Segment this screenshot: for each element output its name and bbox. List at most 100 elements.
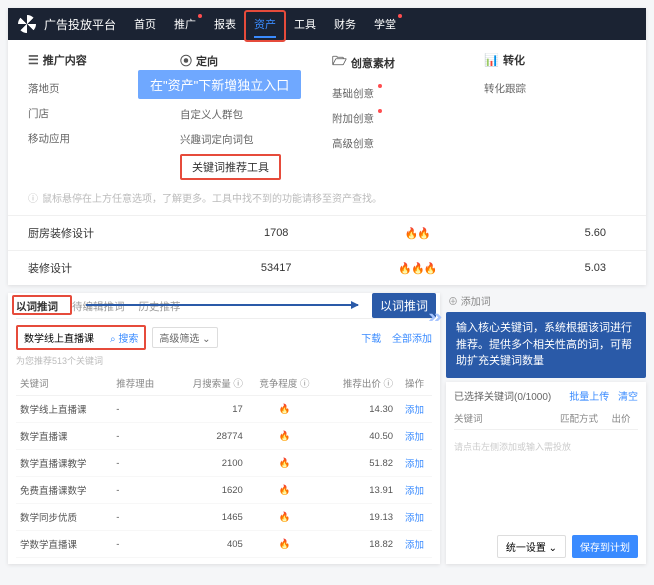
th-bid: 推荐出价 ⓘ (322, 371, 397, 396)
nav-home[interactable]: 首页 (134, 16, 156, 32)
vol-cell: 17 (172, 396, 247, 423)
download-links: 下载 全部添加 (353, 330, 432, 345)
batch-upload-link[interactable]: 批量上传 (569, 392, 609, 403)
vol-cell: 405 (172, 531, 247, 558)
clear-link[interactable]: 清空 (618, 392, 638, 403)
kw-cell: 学数学直播课 (16, 531, 112, 558)
folder-icon: 🗁 (332, 52, 347, 73)
selected-header: 已选择关键词(0/1000) 批量上传 清空 (454, 388, 638, 403)
bid-cell: 51.82 (322, 450, 397, 477)
link-adv-creative[interactable]: 高级创意 (332, 131, 474, 156)
link-addon-creative[interactable]: 附加创意 (332, 106, 474, 131)
flame-icon: 🔥 (278, 431, 290, 442)
th-action: 操作 (397, 371, 432, 396)
flame-icon: 🔥 (278, 458, 290, 469)
result-table: 厨房装修设计 1708 🔥🔥 5.60 装修设计 53417 🔥🔥🔥 5.03 (8, 215, 646, 285)
add-button[interactable]: 添加 (405, 486, 424, 497)
selcol-kw: 关键词 (454, 411, 554, 425)
kw-count: 53417 (209, 251, 343, 286)
link-conversion-track[interactable]: 转化跟踪 (484, 76, 626, 101)
kw-row: 数学线上直播课-17🔥14.30添加 (16, 396, 432, 423)
kw-count: 1708 (209, 216, 343, 251)
bid-cell: 18.82 (322, 531, 397, 558)
nav-asset[interactable]: 资产 (254, 16, 276, 32)
nav-promote[interactable]: 推广 (174, 16, 196, 32)
kw-name: 厨房装修设计 (8, 216, 209, 251)
nav-asset-label: 资产 (254, 19, 276, 31)
flame-icon: 🔥 (278, 485, 290, 496)
link-store[interactable]: 门店 (28, 101, 170, 126)
chart-icon: 📊 (484, 53, 499, 67)
bid-cell: 13.91 (322, 477, 397, 504)
selected-panel: 已选择关键词(0/1000) 批量上传 清空 关键词 匹配方式 出价 请点击左侧… (446, 382, 646, 565)
kw-header-row: 关键词 推荐理由 月搜索量 ⓘ 竞争程度 ⓘ 推荐出价 ⓘ 操作 (16, 371, 432, 396)
keyword-table: 关键词 推荐理由 月搜索量 ⓘ 竞争程度 ⓘ 推荐出价 ⓘ 操作 数学线上直播课… (16, 371, 432, 558)
search-input[interactable] (24, 332, 104, 343)
reason-cell: - (112, 423, 171, 450)
add-button[interactable]: 添加 (405, 459, 424, 470)
flame-icon: 🔥 (278, 512, 290, 523)
reason-cell: - (112, 477, 171, 504)
top-screenshot: 广告投放平台 首页 推广 报表 资产 工具 财务 学堂 ☰推广内容 落地页 门店… (8, 8, 646, 285)
logo-icon (18, 15, 36, 33)
arrow-annotation: 以词推词 (86, 293, 436, 317)
right-panel: 添加词 » 输入核心关键词，系统根据该词进行推荐。提供多个相关性高的词，可帮助扩… (446, 293, 646, 564)
selcol-bid: 出价 (604, 411, 638, 425)
add-all-link[interactable]: 全部添加 (392, 334, 432, 345)
reason-cell: - (112, 531, 171, 558)
kw-row: 数学直播课-28774🔥40.50添加 (16, 423, 432, 450)
bottom-screenshot: 以词推词 待编辑推词 历史推荐 以词推词 搜索 高级筛选 ⌄ 下载 全部添加 为… (8, 293, 646, 564)
arrow-label: 以词推词 (372, 293, 436, 318)
reason-cell: - (112, 450, 171, 477)
link-custom-audience[interactable]: 自定义人群包 (180, 102, 322, 127)
bid-cell: 19.13 (322, 504, 397, 531)
link-keyword-tool[interactable]: 关键词推荐工具 (180, 154, 281, 180)
arrow-line-icon (86, 304, 358, 306)
target-icon: ⦿ (180, 52, 192, 69)
kw-cell: 数学直播课教学 (16, 450, 112, 477)
navbar: 广告投放平台 首页 推广 报表 资产 工具 财务 学堂 (8, 8, 646, 40)
kw-name: 装修设计 (8, 251, 209, 286)
vol-cell: 1465 (172, 504, 247, 531)
fire-cell: 🔥 (247, 477, 322, 504)
filter-button[interactable]: 高级筛选 ⌄ (152, 327, 217, 348)
th-compete: 竞争程度 ⓘ (247, 371, 322, 396)
flame-icon: 🔥 (278, 539, 290, 550)
nav-report[interactable]: 报表 (214, 16, 236, 32)
add-button[interactable]: 添加 (405, 513, 424, 524)
kw-row: 免费直播课数学-1620🔥13.91添加 (16, 477, 432, 504)
kw-cell: 免费直播课数学 (16, 477, 112, 504)
save-button[interactable]: 保存到计划 (572, 535, 638, 558)
nav-tool[interactable]: 工具 (294, 16, 316, 32)
add-keyword-header: 添加词 (446, 293, 646, 312)
reason-cell: - (112, 504, 171, 531)
bid-cell: 14.30 (322, 396, 397, 423)
fire-cell: 🔥 (247, 504, 322, 531)
mega-head-content: ☰推广内容 (28, 52, 170, 68)
nav-items: 首页 推广 报表 资产 工具 财务 学堂 (134, 16, 396, 32)
search-button[interactable]: 搜索 (110, 330, 138, 345)
add-button[interactable]: 添加 (405, 405, 424, 416)
mega-menu: ☰推广内容 落地页 门店 移动应用 ⦿定向 自定义人群包 自定义人群包 兴趣词定… (8, 40, 646, 186)
link-interest-pack[interactable]: 兴趣词定向词包 (180, 127, 322, 152)
download-link[interactable]: 下载 (361, 334, 381, 345)
link-basic-creative[interactable]: 基础创意 (332, 81, 474, 106)
result-count: 为您推荐513个关键词 (16, 354, 432, 367)
mega-hint: ⓘ鼠标悬停在上方任意选项，了解更多。工具中找不到的功能请移至资产查找。 (8, 186, 646, 215)
add-button[interactable]: 添加 (405, 540, 424, 551)
add-button[interactable]: 添加 (405, 432, 424, 443)
vol-cell: 2100 (172, 450, 247, 477)
nav-finance[interactable]: 财务 (334, 16, 356, 32)
nav-academy[interactable]: 学堂 (374, 16, 396, 32)
kw-score: 5.60 (491, 216, 646, 251)
selected-footer: 统一设置 ⌄ 保存到计划 (454, 529, 638, 558)
mega-col-conversion: 📊转化 转化跟踪 (484, 52, 626, 180)
unify-button[interactable]: 统一设置 ⌄ (497, 535, 566, 558)
link-app[interactable]: 移动应用 (28, 126, 170, 151)
fire-cell: 🔥 (247, 531, 322, 558)
table-row: 装修设计 53417 🔥🔥🔥 5.03 (8, 251, 646, 286)
kw-score: 5.03 (491, 251, 646, 286)
highlight-box-icon (12, 295, 72, 315)
chevron-icon: » (428, 306, 432, 328)
bid-cell: 40.50 (322, 423, 397, 450)
